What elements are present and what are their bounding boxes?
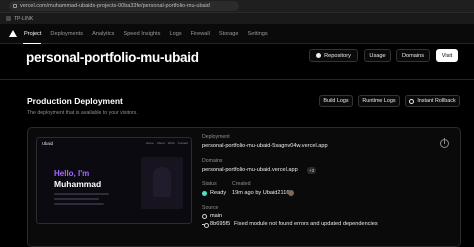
- preview-links: Home About Work Contact: [146, 141, 188, 145]
- usage-button[interactable]: Usage: [364, 49, 391, 62]
- tab-settings[interactable]: Settings: [248, 31, 268, 37]
- tab-storage[interactable]: Storage: [219, 31, 239, 37]
- branch-name[interactable]: main: [210, 213, 222, 219]
- browser-url-bar[interactable]: vercel.com/muhammad-ubaids-projects-00ba…: [0, 0, 474, 13]
- domain-link[interactable]: personal-portfolio-mu-ubaid.vercel.app: [202, 167, 298, 173]
- github-icon: [316, 53, 322, 58]
- domains-more-badge[interactable]: +3: [307, 167, 317, 174]
- tab-analytics[interactable]: Analytics: [92, 31, 114, 37]
- preview-link: About: [156, 141, 165, 145]
- created-label: Created: [232, 181, 251, 187]
- repository-label: Repository: [324, 52, 351, 59]
- preview-link: Home: [145, 141, 154, 145]
- rollback-icon: [409, 98, 415, 104]
- tab-firewall[interactable]: Firewall: [191, 31, 210, 37]
- preview-photo: [141, 157, 183, 209]
- instant-rollback-label: Instant Rollback: [417, 98, 456, 104]
- lock-icon: [13, 4, 17, 8]
- commit-message: Fixed module not found errors and update…: [234, 221, 378, 227]
- preview-link: Contact: [177, 141, 188, 145]
- source-label: Source: [202, 205, 219, 211]
- page-title: personal-portfolio-mu-ubaid: [26, 50, 199, 65]
- tab-deployments[interactable]: Deployments: [50, 31, 83, 37]
- ready-dot-icon: [202, 191, 207, 196]
- preview-text-line: [54, 203, 104, 205]
- preview-nav: Ubaid Home About Work Contact: [37, 138, 191, 148]
- project-title-row: personal-portfolio-mu-ubaid Repository U…: [0, 44, 474, 80]
- commit-hash[interactable]: 8b695f5: [210, 221, 230, 227]
- deployment-url[interactable]: personal-portfolio-mu-ubaid-5sagnv04w.ve…: [202, 143, 328, 149]
- deployment-label: Deployment: [202, 134, 230, 140]
- tab-speed-insights[interactable]: Speed Insights: [123, 31, 160, 37]
- tab-project[interactable]: Project: [24, 31, 41, 37]
- address-field[interactable]: vercel.com/muhammad-ubaids-projects-00ba…: [9, 1, 239, 11]
- instant-rollback-button[interactable]: Instant Rollback: [405, 95, 460, 107]
- deployment-status-icon: [440, 138, 449, 148]
- preview-photo-figure: [153, 167, 171, 197]
- preview-hello: Hello, I'm: [54, 169, 90, 178]
- vercel-logo-icon[interactable]: [9, 30, 17, 37]
- visit-button[interactable]: Visit: [436, 49, 458, 62]
- user-avatar: [288, 190, 294, 196]
- runtime-logs-button[interactable]: Runtime Logs: [358, 95, 400, 107]
- status-label: Status: [202, 181, 217, 187]
- domains-button[interactable]: Domains: [396, 49, 430, 62]
- repository-button[interactable]: Repository: [309, 49, 358, 62]
- url-text: vercel.com/muhammad-ubaids-projects-00ba…: [20, 3, 210, 9]
- preview-text-line: [54, 198, 99, 200]
- domains-label: Domains: [202, 158, 223, 164]
- preview-name: Muhammad: [54, 179, 102, 189]
- bookmark-tplink[interactable]: TP-LINK: [14, 16, 33, 22]
- project-nav: Project Deployments Analytics Speed Insi…: [0, 24, 474, 44]
- build-logs-button[interactable]: Build Logs: [319, 95, 353, 107]
- created-value: 19m ago by Ubaid2116: [232, 190, 290, 196]
- section-subtitle: The deployment that is available to your…: [27, 110, 138, 116]
- preview-text-line: [54, 193, 109, 195]
- preview-link: Work: [167, 141, 175, 145]
- status-value: Ready: [210, 190, 227, 196]
- bookmark-icon: [6, 16, 11, 21]
- tab-logs[interactable]: Logs: [169, 31, 181, 37]
- bookmarks-bar: TP-LINK: [0, 13, 474, 24]
- preview-logo: Ubaid: [42, 140, 53, 146]
- deployment-preview[interactable]: Ubaid Home About Work Contact Hello, I'm…: [36, 137, 192, 224]
- section-title: Production Deployment: [27, 96, 123, 106]
- branch-icon: [202, 214, 207, 219]
- commit-icon: [202, 222, 209, 228]
